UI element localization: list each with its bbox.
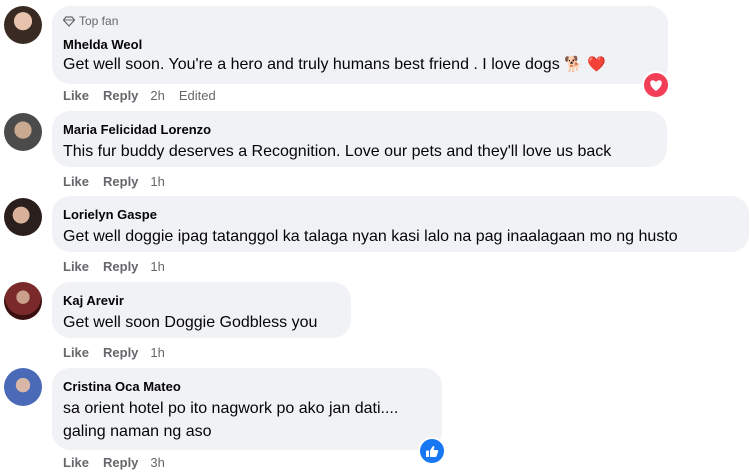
comment-bubble: Cristina Oca Mateo sa orient hotel po it… [52, 368, 442, 450]
avatar[interactable] [4, 368, 42, 406]
avatar[interactable] [4, 198, 42, 236]
top-fan-badge: Top fan [63, 14, 118, 28]
avatar[interactable] [4, 113, 42, 151]
reply-button[interactable]: Reply [103, 345, 138, 360]
comment-actions: Like Reply 1h [63, 259, 179, 274]
edited-label: Edited [178, 88, 216, 103]
like-button[interactable]: Like [63, 455, 89, 470]
comment-author[interactable]: Mhelda Weol [63, 37, 142, 52]
comment-bubble: Maria Felicidad Lorenzo This fur buddy d… [52, 111, 667, 167]
like-button[interactable]: Like [63, 345, 89, 360]
reply-button[interactable]: Reply [103, 259, 138, 274]
comment-actions: Like Reply 1h [63, 345, 179, 360]
diamond-icon [63, 15, 75, 27]
comment-actions: Like Reply 2h Edited [63, 88, 216, 103]
reply-button[interactable]: Reply [103, 88, 138, 103]
timestamp[interactable]: 2h [150, 88, 164, 103]
comment-bubble: Top fan Mhelda Weol Get well soon. You'r… [52, 6, 668, 84]
timestamp[interactable]: 3h [150, 455, 164, 470]
comment-bubble: Kaj Arevir Get well soon Doggie Godbless… [52, 282, 351, 338]
reply-button[interactable]: Reply [103, 455, 138, 470]
reply-button[interactable]: Reply [103, 174, 138, 189]
comment-bubble: Lorielyn Gaspe Get well doggie ipag tata… [52, 196, 749, 252]
like-button[interactable]: Like [63, 88, 89, 103]
like-reaction-icon[interactable] [418, 437, 446, 465]
comment-author[interactable]: Maria Felicidad Lorenzo [63, 122, 211, 137]
comment-author[interactable]: Kaj Arevir [63, 293, 124, 308]
comment-text: This fur buddy deserves a Recognition. L… [63, 143, 612, 160]
timestamp[interactable]: 1h [150, 345, 164, 360]
comment-text-line: galing naman ng aso [63, 423, 212, 440]
avatar[interactable] [4, 282, 42, 320]
timestamp[interactable]: 1h [150, 174, 164, 189]
comment-actions: Like Reply 3h [63, 455, 179, 470]
emoji-group: 🐕 ❤️ [564, 56, 606, 73]
timestamp[interactable]: 1h [150, 259, 164, 274]
comment-text-line: sa orient hotel po ito nagwork po ako ja… [63, 400, 399, 417]
comment-text: Get well doggie ipag tatanggol ka talaga… [63, 228, 678, 245]
love-reaction-icon[interactable] [642, 71, 670, 99]
badge-label: Top fan [79, 14, 119, 28]
like-button[interactable]: Like [63, 259, 89, 274]
comment-author[interactable]: Lorielyn Gaspe [63, 207, 157, 222]
comment-text: Get well soon Doggie Godbless you [63, 314, 318, 331]
avatar[interactable] [4, 6, 42, 44]
comment-text: Get well soon. You're a hero and truly h… [63, 56, 606, 73]
comment-author[interactable]: Cristina Oca Mateo [63, 379, 181, 394]
comment-actions: Like Reply 1h [63, 174, 179, 189]
like-button[interactable]: Like [63, 174, 89, 189]
